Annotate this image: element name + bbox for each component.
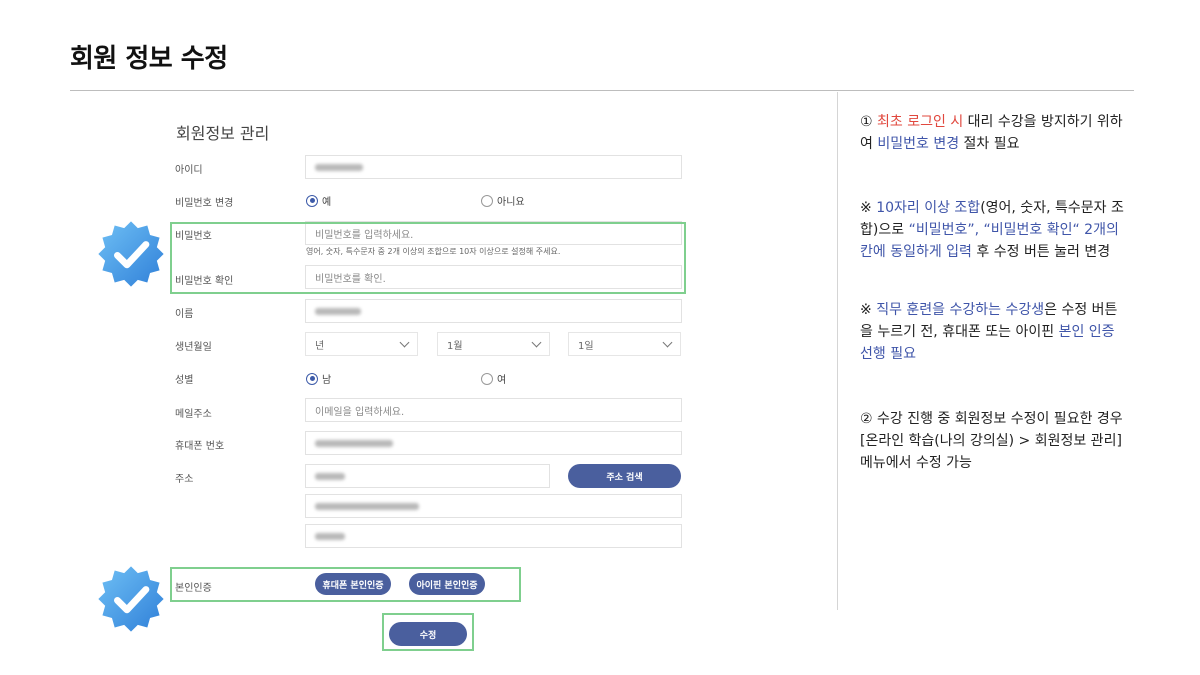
- chevron-down-icon: [531, 337, 542, 347]
- verify-highlight-box: [170, 567, 521, 602]
- gender-male-label: 남: [322, 375, 332, 386]
- note-text: ※: [860, 200, 877, 216]
- phone-label: 휴대폰 번호: [175, 441, 225, 452]
- gender-female-label: 여: [497, 375, 507, 386]
- address-line2-field[interactable]: [305, 524, 682, 548]
- note-text: ①: [860, 114, 878, 130]
- address-line1-field[interactable]: [305, 494, 682, 518]
- blurred-value: [315, 472, 345, 480]
- verified-badge-icon: [98, 221, 164, 287]
- gender-label: 성별: [175, 375, 194, 386]
- radio-selected-icon: [306, 194, 318, 207]
- birth-month-value: 1월: [447, 340, 463, 352]
- note-verification: ※ 직무 훈련을 수강하는 수강생은 수정 버튼을 누르기 전, 휴대폰 또는 …: [860, 299, 1130, 365]
- blurred-value: [315, 502, 419, 510]
- blurred-value: [315, 307, 361, 315]
- phone-field[interactable]: [305, 431, 682, 455]
- title-divider: [70, 90, 1134, 91]
- note-highlight-blue: 비밀번호 변경: [877, 136, 960, 152]
- birth-year-select[interactable]: 년: [305, 332, 418, 356]
- pw-change-label: 비밀번호 변경: [175, 198, 234, 209]
- note-text: 절차 필요: [959, 136, 1020, 152]
- pw-change-no-radio[interactable]: 아니요: [481, 193, 525, 208]
- pw-change-yes-radio[interactable]: 예: [306, 193, 331, 208]
- zipcode-field[interactable]: [305, 464, 550, 488]
- note-highlight-blue: 직무 훈련을 수강하는 수강생: [876, 302, 1045, 318]
- radio-empty-icon: [481, 194, 493, 207]
- chevron-down-icon: [399, 337, 410, 347]
- birth-year-value: 년: [315, 340, 325, 352]
- gender-female-radio[interactable]: 여: [481, 371, 506, 386]
- page-title: 회원 정보 수정: [70, 44, 228, 74]
- name-field[interactable]: [305, 299, 682, 323]
- name-label: 이름: [175, 309, 194, 320]
- birth-day-value: 1일: [578, 340, 594, 352]
- birth-month-select[interactable]: 1월: [437, 332, 550, 356]
- gender-male-radio[interactable]: 남: [306, 371, 331, 386]
- verified-badge-icon: [98, 566, 164, 632]
- vertical-divider: [837, 92, 838, 610]
- note-edit-later: ② 수강 진행 중 회원정보 수정이 필요한 경우 [온라인 학습(나의 강의실…: [860, 411, 1123, 471]
- blurred-value: [315, 163, 363, 171]
- birth-day-select[interactable]: 1일: [568, 332, 681, 356]
- note-text: ※: [860, 302, 877, 318]
- radio-empty-icon: [481, 372, 493, 385]
- note-password-rule: ※ 10자리 이상 조합(영어, 숫자, 특수문자 조합)으로 “비밀번호”, …: [860, 197, 1130, 263]
- pw-change-no-label: 아니요: [497, 197, 525, 208]
- form-heading: 회원정보 관리: [176, 124, 270, 143]
- blurred-value: [315, 532, 345, 540]
- note-first-login: ① 최초 로그인 시 대리 수강을 방지하기 위하여 비밀번호 변경 절차 필요: [860, 111, 1130, 155]
- note-highlight-red: 최초 로그인 시: [877, 114, 964, 130]
- birth-label: 생년월일: [175, 342, 212, 353]
- password-highlight-box: [170, 222, 686, 294]
- address-search-button[interactable]: 주소 검색: [568, 464, 681, 488]
- address-label: 주소: [175, 474, 194, 485]
- blurred-value: [315, 439, 393, 447]
- email-label: 메일주소: [175, 409, 212, 420]
- submit-highlight-box: [382, 613, 474, 651]
- email-input[interactable]: 이메일을 입력하세요.: [305, 398, 682, 422]
- id-label: 아이디: [175, 165, 203, 176]
- note-text: 후 수정 버튼 눌러 변경: [971, 244, 1111, 260]
- id-field[interactable]: [305, 155, 682, 179]
- note-highlight-blue: 10자리 이상 조합: [876, 200, 981, 216]
- radio-selected-icon: [306, 372, 318, 385]
- chevron-down-icon: [662, 337, 673, 347]
- pw-change-yes-label: 예: [322, 197, 332, 208]
